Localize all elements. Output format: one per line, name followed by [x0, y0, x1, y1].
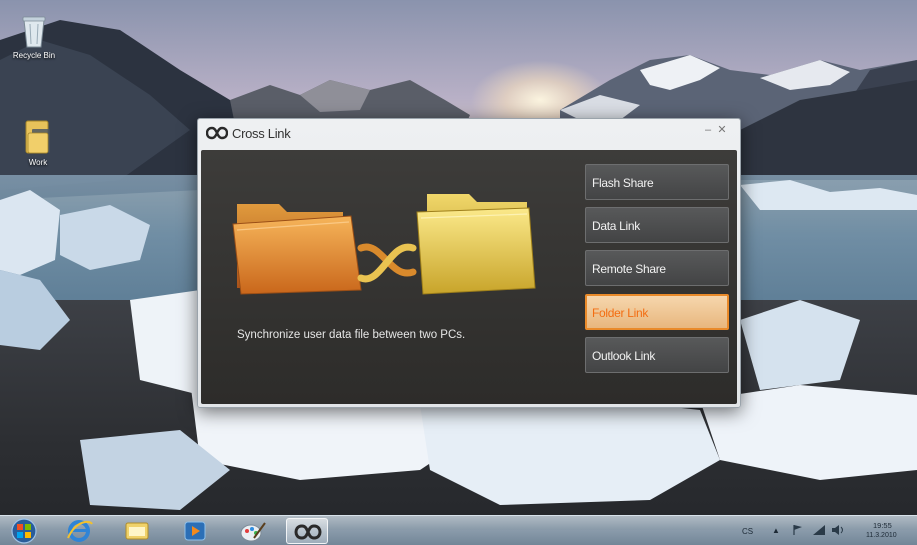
cross-link-window: Cross Link – ✕ Synchronize user data fil… — [197, 118, 741, 408]
orange-folder-icon — [232, 204, 362, 295]
taskbar-paint[interactable] — [232, 518, 274, 544]
window-content-panel: Synchronize user data file between two P… — [201, 150, 737, 404]
tray-expand-icon[interactable]: ▲ — [772, 526, 780, 535]
taskbar-cross-link[interactable] — [286, 518, 328, 544]
remote-share-button[interactable]: Remote Share — [585, 250, 729, 286]
close-button[interactable]: ✕ — [716, 124, 728, 136]
infinity-link-icon — [206, 126, 228, 140]
outlook-link-button[interactable]: Outlook Link — [585, 337, 729, 373]
desktop-icon-label: Work — [28, 158, 48, 167]
clock-date[interactable]: 11.3.2010 — [866, 532, 897, 539]
yellow-folder-icon — [416, 194, 536, 295]
paint-icon — [240, 522, 266, 542]
folder-link-button[interactable]: Folder Link — [585, 294, 729, 330]
data-link-button[interactable]: Data Link — [585, 207, 729, 243]
folder-link-illustration — [232, 194, 536, 295]
window-title: Cross Link — [232, 126, 291, 141]
action-center-flag-icon[interactable] — [792, 524, 804, 536]
cross-link-app-icon — [294, 524, 322, 540]
volume-icon[interactable] — [831, 524, 845, 536]
file-explorer-icon — [125, 522, 149, 540]
start-orb-icon — [11, 518, 37, 544]
flash-share-button[interactable]: Flash Share — [585, 164, 729, 200]
recycle-bin-icon — [21, 14, 47, 48]
minimize-button[interactable]: – — [702, 124, 714, 136]
link-arrows-icon — [357, 243, 417, 283]
internet-explorer-icon — [67, 520, 93, 542]
window-titlebar[interactable]: Cross Link – ✕ — [198, 119, 740, 147]
desktop-icon-work[interactable]: Work — [8, 119, 68, 167]
language-indicator[interactable]: CS — [742, 527, 753, 536]
feature-description: Synchronize user data file between two P… — [237, 329, 466, 341]
clock-time[interactable]: 19:55 — [873, 521, 892, 530]
desktop-icon-label: Recycle Bin — [12, 51, 56, 60]
taskbar-ie[interactable] — [58, 518, 100, 544]
taskbar: CS ▲ 19:55 11.3.2010 — [0, 515, 917, 545]
folder-icon — [24, 119, 52, 155]
start-button[interactable] — [4, 518, 44, 544]
network-icon[interactable] — [812, 524, 826, 536]
taskbar-media-player[interactable] — [174, 518, 216, 544]
media-player-icon — [184, 521, 206, 541]
taskbar-explorer[interactable] — [116, 518, 158, 544]
desktop-icon-recycle-bin[interactable]: Recycle Bin — [4, 14, 64, 60]
